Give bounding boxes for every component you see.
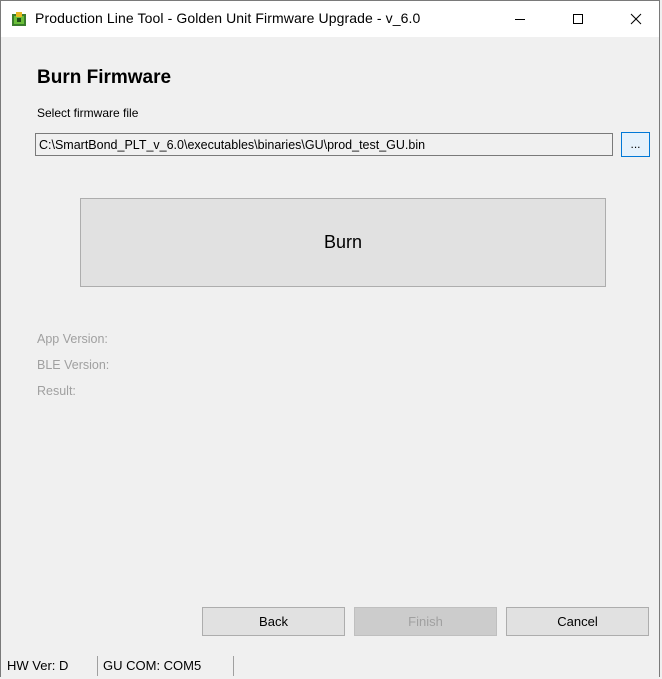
status-divider	[97, 656, 98, 676]
page-title: Burn Firmware	[37, 67, 172, 88]
status-divider	[233, 656, 234, 676]
cancel-button[interactable]: Cancel	[506, 607, 649, 636]
status-bar: HW Ver: D GU COM: COM5	[1, 653, 659, 678]
gu-com-status: GU COM: COM5	[103, 657, 202, 673]
back-button[interactable]: Back	[202, 607, 345, 636]
app-window: Production Line Tool - Golden Unit Firmw…	[0, 0, 660, 678]
firmware-file-path-input[interactable]	[35, 133, 613, 156]
close-button[interactable]	[613, 1, 659, 37]
select-firmware-label: Select firmware file	[37, 106, 139, 120]
maximize-button[interactable]	[555, 1, 601, 37]
hw-version-status: HW Ver: D	[7, 657, 69, 673]
burn-button[interactable]: Burn	[80, 198, 606, 287]
result-label: Result:	[37, 384, 76, 398]
app-icon	[12, 12, 26, 26]
minimize-button[interactable]	[497, 1, 543, 37]
finish-button[interactable]: Finish	[354, 607, 497, 636]
minimize-icon	[515, 19, 525, 20]
app-version-label: App Version:	[37, 332, 108, 346]
title-bar[interactable]: Production Line Tool - Golden Unit Firmw…	[1, 1, 659, 37]
ble-version-label: BLE Version:	[37, 358, 110, 372]
maximize-icon	[573, 14, 583, 24]
window-title: Production Line Tool - Golden Unit Firmw…	[35, 10, 421, 26]
browse-button[interactable]: ...	[621, 132, 650, 157]
close-icon	[630, 13, 642, 25]
